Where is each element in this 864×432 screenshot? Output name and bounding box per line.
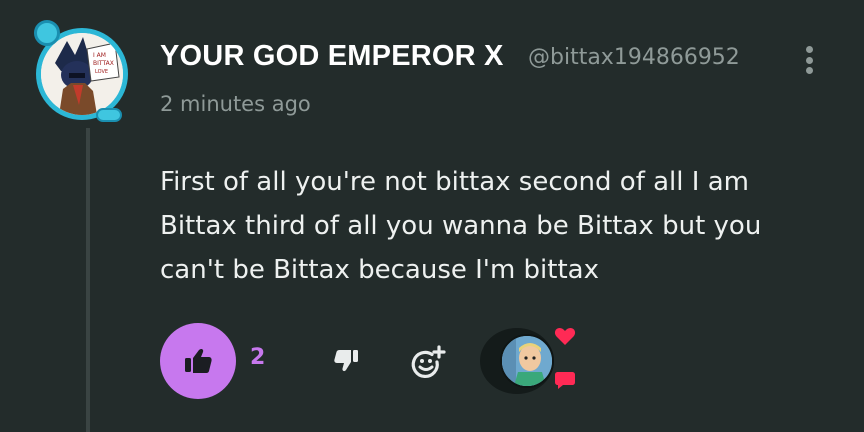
reactor-avatar-group[interactable] (480, 326, 580, 398)
add-reaction-icon (411, 345, 446, 378)
reactor-avatar[interactable] (500, 334, 554, 388)
add-reaction-button[interactable] (408, 342, 448, 382)
heart-icon (554, 328, 576, 345)
frame-gem-icon (34, 20, 60, 46)
chat-bubble-icon (555, 372, 575, 389)
frame-ornament-icon (96, 108, 122, 122)
avatar-image: I AM BITTAX LOVE (41, 33, 123, 115)
thumbs-up-icon (185, 348, 212, 373)
user-handle[interactable]: @bittax194866952 (528, 45, 740, 70)
more-options-icon[interactable] (796, 42, 822, 78)
like-count: 2 (250, 345, 266, 370)
thread-line (86, 128, 90, 432)
username[interactable]: YOUR GOD EMPEROR X (160, 40, 504, 73)
thumbs-down-icon (334, 350, 358, 372)
dislike-button[interactable] (330, 345, 362, 377)
comment-text: First of all you're not bittax second of… (160, 167, 762, 285)
like-button[interactable] (160, 323, 236, 399)
timestamp: 2 minutes ago (160, 92, 311, 116)
svg-text:LOVE: LOVE (95, 69, 108, 75)
svg-text:I AM: I AM (93, 52, 106, 59)
svg-text:BITTAX: BITTAX (93, 60, 114, 67)
user-avatar[interactable]: I AM BITTAX LOVE (34, 20, 132, 126)
